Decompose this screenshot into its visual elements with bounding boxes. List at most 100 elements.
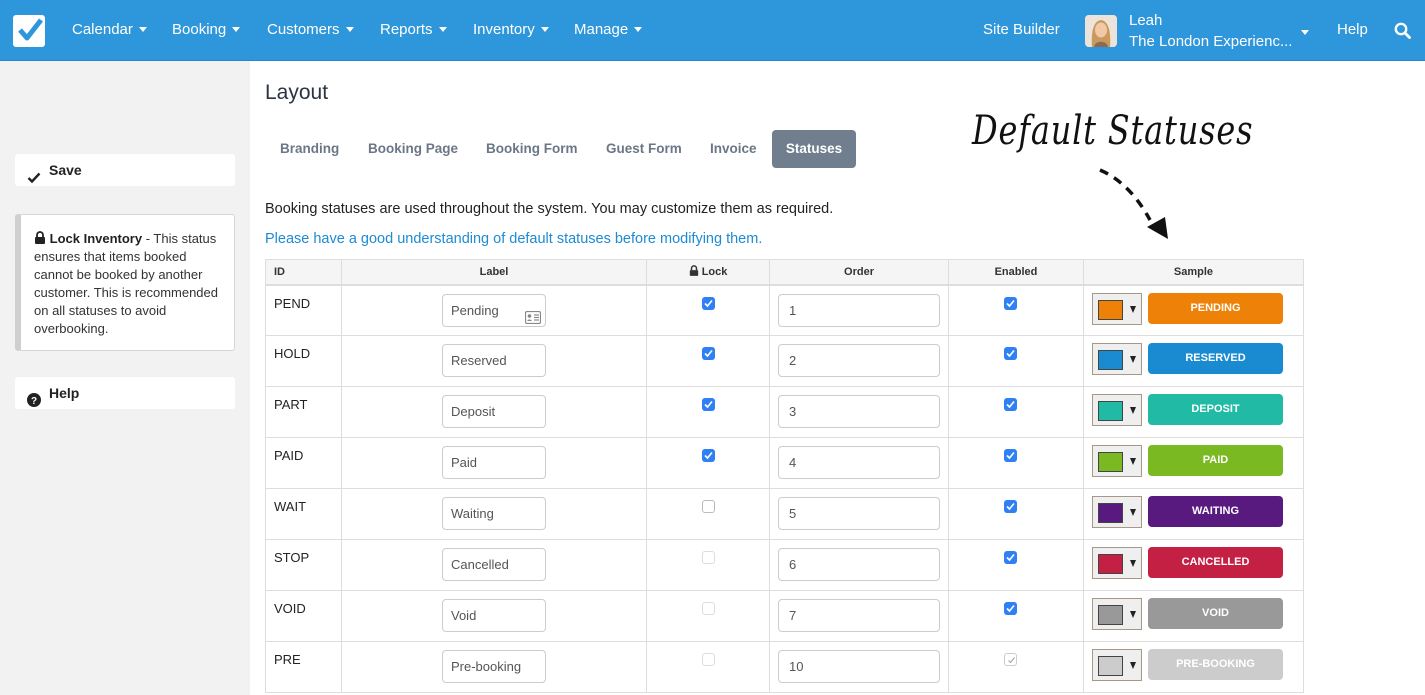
enabled-checkbox[interactable] [1004, 602, 1017, 615]
tab-statuses[interactable]: Statuses [772, 130, 856, 168]
color-swatch [1098, 503, 1123, 523]
color-swatch [1098, 401, 1123, 421]
status-sample-badge[interactable]: PRE-BOOKING [1148, 649, 1283, 680]
user-menu-caret-icon[interactable] [1301, 30, 1309, 35]
table-row: PART Deposit 3 DEPOSIT [265, 386, 1304, 438]
tab-booking-form[interactable]: Booking Form [471, 130, 593, 168]
color-swatch [1098, 350, 1123, 370]
order-input[interactable]: 3 [778, 395, 940, 428]
order-input[interactable]: 5 [778, 497, 940, 530]
color-picker[interactable] [1092, 445, 1142, 477]
lock-checkbox[interactable] [702, 653, 715, 666]
help-button[interactable]: ? Help [15, 377, 235, 409]
nav-site-builder[interactable]: Site Builder [983, 21, 1060, 38]
status-sample-badge[interactable]: VOID [1148, 598, 1283, 629]
status-label-input[interactable]: Pre-booking [442, 650, 546, 683]
status-label-input[interactable]: Void [442, 599, 546, 632]
lock-icon [34, 231, 46, 246]
color-swatch [1098, 554, 1123, 574]
status-label-input[interactable]: Reserved [442, 344, 546, 377]
order-input[interactable]: 4 [778, 446, 940, 479]
status-id: WAIT [265, 488, 342, 540]
status-label-input[interactable]: Waiting [442, 497, 546, 530]
header-order: Order [769, 259, 949, 286]
lock-checkbox[interactable] [702, 551, 715, 564]
nav-booking[interactable]: Booking [172, 21, 241, 38]
nav-help[interactable]: Help [1337, 21, 1368, 38]
status-sample-badge[interactable]: RESERVED [1148, 343, 1283, 374]
lock-cell [646, 641, 770, 693]
nav-calendar[interactable]: Calendar [72, 21, 147, 38]
save-button[interactable]: Save [15, 154, 235, 186]
statuses-table: ID Label Lock Order Enabled Sample PEND P… [265, 259, 1304, 693]
color-picker[interactable] [1092, 547, 1142, 579]
status-sample-badge[interactable]: PENDING [1148, 292, 1283, 324]
order-cell: 6 [769, 539, 949, 591]
label-cell: Void [341, 590, 647, 642]
order-input[interactable]: 7 [778, 599, 940, 632]
dropdown-arrow-icon [1130, 662, 1136, 669]
dashed-arrow-icon [1099, 168, 1168, 239]
color-picker[interactable] [1092, 343, 1142, 375]
lock-cell [646, 386, 770, 438]
label-cell: Reserved [341, 335, 647, 387]
tab-invoice[interactable]: Invoice [695, 130, 772, 168]
status-label-input[interactable]: Cancelled [442, 548, 546, 581]
color-picker[interactable] [1092, 496, 1142, 528]
enabled-cell [948, 335, 1084, 387]
lock-checkbox[interactable] [702, 500, 715, 513]
user-organization[interactable]: The London Experienc... [1129, 33, 1292, 50]
table-row: HOLD Reserved 2 RESERVED [265, 335, 1304, 387]
status-sample-badge[interactable]: PAID [1148, 445, 1283, 476]
order-input[interactable]: 6 [778, 548, 940, 581]
search-icon[interactable] [1394, 22, 1411, 44]
enabled-checkbox[interactable] [1004, 398, 1017, 411]
color-picker[interactable] [1092, 292, 1142, 325]
lock-checkbox[interactable] [702, 602, 715, 615]
lock-checkbox[interactable] [702, 449, 715, 462]
tab-branding[interactable]: Branding [265, 130, 354, 168]
caret-down-icon [438, 26, 447, 32]
status-label-input[interactable]: Deposit [442, 395, 546, 428]
sample-cell: PRE-BOOKING [1083, 641, 1304, 693]
tab-guest-form[interactable]: Guest Form [591, 130, 697, 168]
status-sample-badge[interactable]: CANCELLED [1148, 547, 1283, 578]
order-cell: 10 [769, 641, 949, 693]
sample-cell: DEPOSIT [1083, 386, 1304, 438]
lock-cell [646, 488, 770, 540]
tab-booking-page[interactable]: Booking Page [353, 130, 473, 168]
enabled-checkbox[interactable] [1004, 449, 1017, 462]
order-input[interactable]: 1 [778, 293, 940, 327]
nav-customers[interactable]: Customers [267, 21, 354, 38]
lock-cell [646, 335, 770, 387]
color-picker[interactable] [1092, 649, 1142, 681]
color-picker[interactable] [1092, 598, 1142, 630]
lock-checkbox[interactable] [702, 398, 715, 411]
order-cell: 5 [769, 488, 949, 540]
enabled-checkbox[interactable] [1004, 551, 1017, 564]
enabled-checkbox[interactable] [1004, 347, 1017, 360]
color-picker[interactable] [1092, 394, 1142, 426]
checkbox-logo-icon[interactable] [13, 15, 45, 47]
default-statuses-link[interactable]: Please have a good understanding of defa… [265, 231, 762, 247]
user-name[interactable]: Leah [1129, 12, 1162, 29]
lock-checkbox[interactable] [702, 296, 715, 310]
nav-reports[interactable]: Reports [380, 21, 447, 38]
enabled-checkbox[interactable] [1004, 296, 1017, 310]
nav-inventory[interactable]: Inventory [473, 21, 549, 38]
order-input[interactable]: 2 [778, 344, 940, 377]
enabled-checkbox[interactable] [1004, 500, 1017, 513]
caret-down-icon [634, 26, 643, 32]
nav-manage[interactable]: Manage [574, 21, 643, 38]
status-sample-badge[interactable]: WAITING [1148, 496, 1283, 527]
question-circle-icon: ? [27, 386, 41, 418]
avatar[interactable] [1085, 15, 1117, 47]
order-input[interactable]: 10 [778, 650, 940, 683]
lock-checkbox[interactable] [702, 347, 715, 360]
status-sample-badge[interactable]: DEPOSIT [1148, 394, 1283, 425]
status-label-input[interactable]: Pending [442, 293, 546, 327]
contact-card-icon[interactable] [524, 304, 542, 335]
label-cell: Paid [341, 437, 647, 489]
status-label-input[interactable]: Paid [442, 446, 546, 479]
lock-cell [646, 437, 770, 489]
